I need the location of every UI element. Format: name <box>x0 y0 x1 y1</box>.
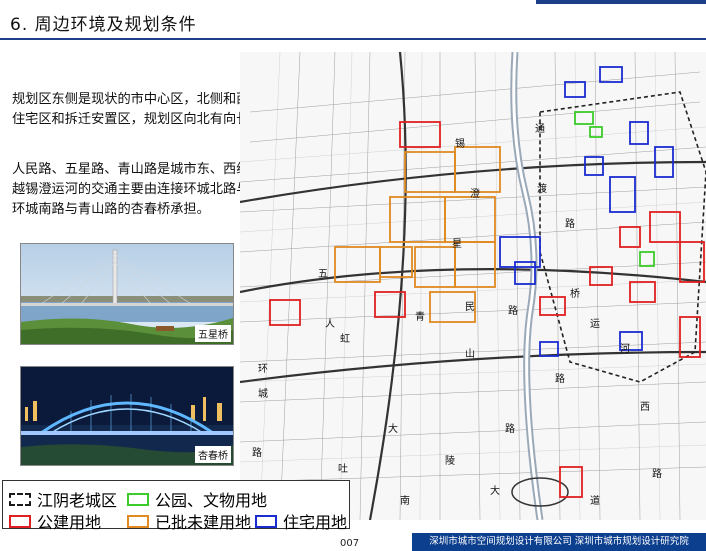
legend-item-public: 公建用地 <box>9 509 101 533</box>
map-label: 道 <box>590 494 600 507</box>
map-label: 环 <box>258 364 268 375</box>
legend-label: 已批未建用地 <box>155 513 252 532</box>
photo-caption: 杏春桥 <box>195 446 231 463</box>
map-label: 大 <box>388 422 398 435</box>
map-label: 西 <box>640 402 650 413</box>
legend-item-old-town: 江阴老城区 <box>9 487 117 511</box>
photo-xingchun-bridge: 杏春桥 <box>20 366 234 466</box>
photo-caption: 五星桥 <box>195 325 231 342</box>
map-label: 路 <box>565 217 575 230</box>
top-accent-bar <box>536 0 706 4</box>
top-bar <box>0 0 706 6</box>
legend-swatch-approved <box>127 514 149 528</box>
map-label: 河 <box>620 343 630 355</box>
legend-label: 江阴老城区 <box>37 491 118 510</box>
map-label: 路 <box>508 304 518 317</box>
legend-swatch-park <box>127 492 149 506</box>
page-title: 6. 周边环境及规划条件 <box>10 15 197 35</box>
legend-swatch-residential <box>255 514 277 528</box>
map-drawing: 人 民 路 五 星 路 青 山 路 通 渡 路 南 大 道 陵 路 环 城 西 … <box>240 52 706 520</box>
photo-wuxing-bridge: 五星桥 <box>20 243 234 345</box>
map-label: 渡 <box>537 182 547 195</box>
page-number: 007 <box>340 538 360 549</box>
legend-swatch-old-town <box>9 492 31 506</box>
map-label: 运 <box>590 318 600 330</box>
map-label: 大 <box>490 484 500 497</box>
map-label: 澄 <box>470 187 480 200</box>
map-label: 虹 <box>340 333 350 345</box>
map-label: 吐 <box>338 463 348 475</box>
map-label: 路 <box>252 446 262 459</box>
map-label: 路 <box>652 467 662 480</box>
legend-item-park: 公园、文物用地 <box>127 487 267 511</box>
planning-map: 人 民 路 五 星 路 青 山 路 通 渡 路 南 大 道 陵 路 环 城 西 … <box>240 52 706 520</box>
map-label: 五 <box>318 269 328 280</box>
legend-label: 公建用地 <box>37 513 102 532</box>
legend-item-approved: 已批未建用地 <box>127 509 251 533</box>
map-label: 星 <box>452 238 462 250</box>
map-label: 路 <box>555 372 565 385</box>
map-label: 通 <box>535 123 545 135</box>
map-label: 路 <box>505 422 515 435</box>
map-label: 锡 <box>455 137 465 150</box>
footer-bar: 深圳市城市空间规划设计有限公司 深圳市城市规划设计研究院 <box>412 533 706 551</box>
map-label: 陵 <box>445 455 455 467</box>
map-label: 青 <box>415 310 425 323</box>
map-label: 南 <box>400 494 410 507</box>
map-label: 人 <box>325 318 335 330</box>
legend-item-residential: 住宅用地 <box>255 509 347 533</box>
legend-label: 住宅用地 <box>283 513 348 532</box>
map-label: 山 <box>465 348 475 360</box>
map-legend: 江阴老城区 公园、文物用地 公建用地 已批未建用地 住宅用地 <box>2 480 350 532</box>
legend-swatch-public <box>9 514 31 528</box>
title-rule <box>0 38 706 40</box>
map-label: 民 <box>465 301 475 313</box>
legend-label: 公园、文物用地 <box>155 491 268 510</box>
map-label: 桥 <box>570 288 580 300</box>
map-label: 城 <box>258 388 268 400</box>
